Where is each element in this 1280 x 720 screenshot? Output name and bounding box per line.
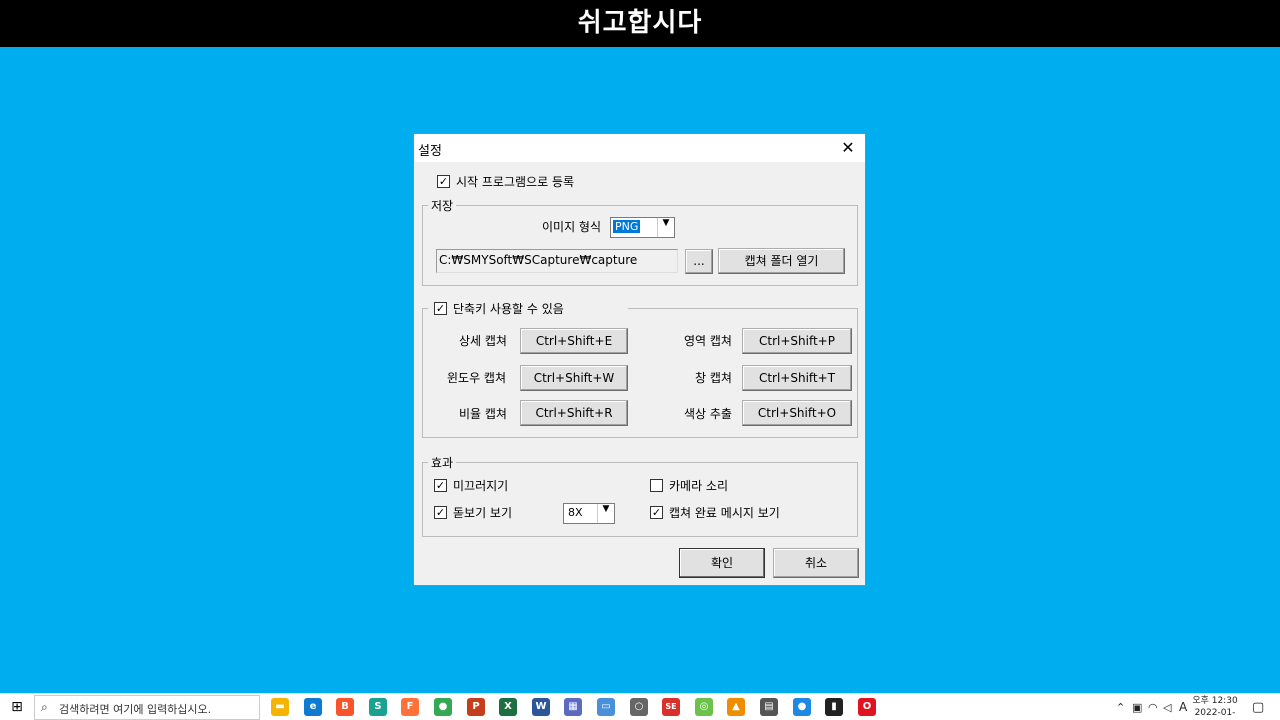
browse-button[interactable]: ...	[685, 249, 713, 274]
green-app-icon[interactable]: ◎	[695, 698, 713, 716]
edge-icon[interactable]: e	[304, 698, 322, 716]
hotkey-button-detail[interactable]: Ctrl+Shift+E	[520, 328, 628, 354]
zoom-level-select[interactable]: 8X ▼	[563, 503, 615, 524]
image-format-label: 이미지 형식	[542, 220, 602, 234]
save-path-field[interactable]: C:₩SMYSoft₩SCapture₩capture	[436, 249, 678, 273]
taskbar-clock[interactable]: 오후 12:30 2022-01-23	[1190, 695, 1240, 720]
hotkey-button-active-window[interactable]: Ctrl+Shift+T	[742, 365, 852, 391]
wifi-icon[interactable]: ◠	[1148, 694, 1158, 720]
excel-icon[interactable]: X	[499, 698, 517, 716]
image-format-select[interactable]: PNG ▼	[610, 217, 675, 238]
taskbar-search-box[interactable]: ⌕ 검색하려면 여기에 입력하십시오.	[34, 695, 260, 720]
hotkey-label-color-pick: 색상 추출	[684, 407, 732, 421]
word-icon[interactable]: W	[532, 698, 550, 716]
zoom-level-value: 8X	[568, 506, 583, 519]
taskbar: ⊞ ⌕ 검색하려면 여기에 입력하십시오. ▬ e B S F ● P X W ▦ ▭ ○ SE ◎ ▲ ▤ ●…	[0, 693, 1280, 720]
device-icon[interactable]: ▣	[1132, 694, 1142, 720]
cancel-button[interactable]: 취소	[773, 548, 859, 578]
hotkey-button-window[interactable]: Ctrl+Shift+W	[520, 365, 628, 391]
app-teal-icon[interactable]: S	[369, 698, 387, 716]
chevron-down-icon: ▼	[657, 218, 674, 237]
chevron-down-icon: ▼	[597, 504, 614, 523]
monitor-app-icon[interactable]: ▭	[597, 698, 615, 716]
top-banner: 쉬고합시다	[0, 0, 1280, 47]
hotkeys-label: 단축키 사용할 수 있음	[453, 302, 564, 316]
chrome-alt-icon[interactable]: ●	[793, 698, 811, 716]
windows-logo-icon: ⊞	[11, 699, 23, 715]
hotkey-button-ratio[interactable]: Ctrl+Shift+R	[520, 400, 628, 426]
startup-label: 시작 프로그램으로 등록	[456, 175, 575, 189]
hotkey-label-ratio: 비율 캡쳐	[459, 407, 507, 421]
hotkey-label-detail: 상세 캡쳐	[459, 334, 507, 348]
hotkey-label-region: 영역 캡쳐	[684, 334, 732, 348]
search-icon: ⌕	[41, 700, 48, 714]
camera-sound-checkbox[interactable]	[650, 479, 663, 492]
start-button[interactable]: ⊞	[0, 694, 34, 720]
chevron-up-icon[interactable]: ⌃	[1116, 694, 1125, 720]
dialog-titlebar: 설정 ✕	[414, 134, 865, 162]
chrome-icon[interactable]: ●	[434, 698, 452, 716]
camera-sound-label: 카메라 소리	[669, 479, 729, 493]
magnifier-label: 돋보기 보기	[453, 506, 513, 520]
dialog-title: 설정	[418, 144, 442, 159]
close-button[interactable]: ✕	[831, 134, 865, 162]
effects-group-title: 효과	[428, 454, 457, 471]
input-language-indicator[interactable]: A	[1179, 694, 1187, 720]
search-app-icon[interactable]: ○	[630, 698, 648, 716]
image-format-value: PNG	[613, 220, 641, 233]
firefox-icon[interactable]: F	[401, 698, 419, 716]
vlc-icon[interactable]: ▲	[727, 698, 745, 716]
magnifier-checkbox[interactable]: ✓	[434, 506, 447, 519]
startup-checkbox[interactable]: ✓	[437, 175, 450, 188]
powerpoint-icon[interactable]: P	[467, 698, 485, 716]
clock-date: 2022-01-23	[1194, 708, 1236, 718]
volume-icon[interactable]: ◁	[1163, 694, 1171, 720]
hotkey-button-color-pick[interactable]: Ctrl+Shift+O	[742, 400, 852, 426]
clock-time: 오후 12:30	[1192, 696, 1238, 706]
ok-button[interactable]: 확인	[679, 548, 765, 578]
hotkey-button-region[interactable]: Ctrl+Shift+P	[742, 328, 852, 354]
save-group-title: 저장	[428, 197, 457, 214]
effects-group	[422, 462, 858, 537]
hotkeys-checkbox[interactable]: ✓	[434, 302, 447, 315]
taskbar-search-placeholder: 검색하려면 여기에 입력하십시오.	[59, 703, 212, 716]
file-explorer-icon[interactable]: ▬	[271, 698, 289, 716]
banner-title: 쉬고합시다	[577, 8, 703, 38]
hotkey-label-window: 윈도우 캡쳐	[447, 371, 507, 385]
notification-icon[interactable]: ▢	[1252, 694, 1264, 720]
complete-message-label: 캡쳐 완료 메시지 보기	[669, 506, 780, 520]
opera-icon[interactable]: O	[858, 698, 876, 716]
calendar-app-icon[interactable]: ▦	[564, 698, 582, 716]
hotkey-label-active-window: 창 캡쳐	[695, 371, 732, 385]
complete-message-checkbox[interactable]: ✓	[650, 506, 663, 519]
notes-app-icon[interactable]: ▮	[825, 698, 843, 716]
open-capture-folder-button[interactable]: 캡쳐 폴더 열기	[718, 248, 845, 274]
smooth-checkbox[interactable]: ✓	[434, 479, 447, 492]
settings-dialog: 설정 ✕ ✓ 시작 프로그램으로 등록 저장 이미지 형식 PNG ▼ C:₩S…	[413, 133, 866, 586]
brave-icon[interactable]: B	[336, 698, 354, 716]
se-app-icon[interactable]: SE	[662, 698, 680, 716]
calculator-icon[interactable]: ▤	[760, 698, 778, 716]
smooth-label: 미끄러지기	[453, 479, 509, 493]
